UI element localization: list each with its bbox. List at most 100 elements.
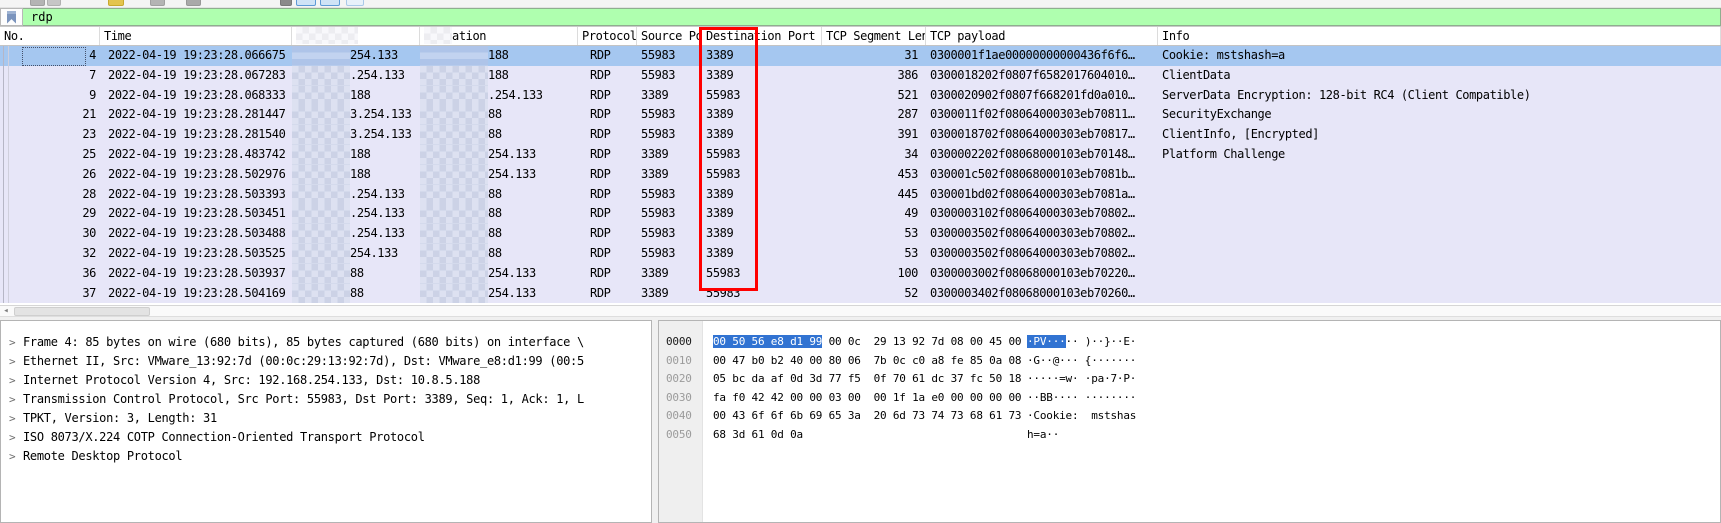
packet-list-pane: No.Time ationProtocolSource PortDestinati… [0, 27, 1721, 305]
column-header-source[interactable] [292, 27, 420, 45]
cell-src_port: 3389 [637, 86, 702, 106]
cell-src_port: 55983 [637, 224, 702, 244]
column-header-time[interactable]: Time [100, 27, 292, 45]
column-header-protocol[interactable]: Protocol [578, 27, 637, 45]
detail-tree-item[interactable]: >Ethernet II, Src: VMware_13:92:7d (00:0… [1, 352, 651, 371]
redaction-blur [420, 204, 488, 224]
toolbar-icon-remnant[interactable] [186, 0, 201, 6]
cell-source: .254.133 [292, 224, 420, 244]
cell-time: 2022-04-19 19:23:28.066675 [100, 46, 292, 66]
expander-icon[interactable]: > [9, 390, 15, 409]
cell-seg_len: 100 [822, 264, 926, 284]
expander-icon[interactable]: > [9, 447, 15, 466]
column-header-destination[interactable]: ation [420, 27, 578, 45]
cell-info [1158, 165, 1721, 185]
redaction-blur [292, 46, 350, 66]
detail-text: Remote Desktop Protocol [23, 449, 182, 463]
redaction-blur [292, 145, 350, 165]
detail-tree-item[interactable]: >Internet Protocol Version 4, Src: 192.1… [1, 371, 651, 390]
packet-row[interactable]: 292022-04-19 19:23:28.503451.254.13388RD… [0, 204, 1721, 224]
cell-destination: 254.133 [420, 284, 578, 304]
expander-icon[interactable]: > [9, 352, 15, 371]
redaction-blur [292, 185, 350, 205]
toolbar-icon-remnant[interactable] [108, 0, 124, 6]
packet-row[interactable]: 372022-04-19 19:23:28.50416988254.133RDP… [0, 284, 1721, 304]
expander-icon[interactable]: > [9, 409, 15, 428]
cell-no: 36 [0, 264, 100, 284]
packet-list-hscrollbar[interactable]: ◂ [0, 305, 1721, 317]
column-header-payload[interactable]: TCP payload [926, 27, 1158, 45]
cell-info: ClientInfo, [Encrypted] [1158, 125, 1721, 145]
packet-row[interactable]: 262022-04-19 19:23:28.502976188254.133RD… [0, 165, 1721, 185]
cell-protocol: RDP [578, 204, 637, 224]
packet-row[interactable]: 302022-04-19 19:23:28.503488.254.13388RD… [0, 224, 1721, 244]
detail-tree-item[interactable]: >TPKT, Version: 3, Length: 31 [1, 409, 651, 428]
packet-row[interactable]: 72022-04-19 19:23:28.067283.254.133188RD… [0, 66, 1721, 86]
cell-no: 7 [0, 66, 100, 86]
hex-row[interactable]: 000000 50 56 e8 d1 99 00 0c 29 13 92 7d … [659, 333, 1720, 352]
column-header-no[interactable]: No. [0, 27, 100, 45]
cell-payload: 0300001f1ae00000000000436f6f6… [926, 46, 1158, 66]
cell-time: 2022-04-19 19:23:28.503393 [100, 185, 292, 205]
redaction-blur [292, 165, 350, 185]
packet-row[interactable]: 42022-04-19 19:23:28.066675254.133188RDP… [0, 46, 1721, 66]
cell-payload: 0300003402f08068000103eb70260… [926, 284, 1158, 304]
expander-icon[interactable]: > [9, 333, 15, 352]
cell-dst_port: 55983 [702, 145, 822, 165]
hex-row[interactable]: 004000 43 6f 6f 6b 69 65 3a 20 6d 73 74 … [659, 407, 1720, 426]
cell-dst_port: 3389 [702, 204, 822, 224]
toolbar-icon-remnant[interactable] [47, 0, 61, 6]
cell-no: 4 [0, 46, 100, 66]
cell-src_port: 3389 [637, 165, 702, 185]
cell-time: 2022-04-19 19:23:28.281447 [100, 105, 292, 125]
cell-no: 9 [0, 86, 100, 106]
cell-destination: 88 [420, 204, 578, 224]
detail-tree-item[interactable]: >Transmission Control Protocol, Src Port… [1, 390, 651, 409]
hex-row[interactable]: 001000 47 b0 b2 40 00 80 06 7b 0c c0 a8 … [659, 352, 1720, 371]
toolbar-icon-remnant[interactable] [296, 0, 316, 6]
packet-detail-pane: >Frame 4: 85 bytes on wire (680 bits), 8… [0, 320, 652, 523]
hex-ascii: ·G··@··· {······· [1027, 352, 1136, 371]
redaction-blur [420, 185, 488, 205]
packet-row[interactable]: 232022-04-19 19:23:28.2815403.254.13388R… [0, 125, 1721, 145]
cell-seg_len: 453 [822, 165, 926, 185]
column-header-dst_port[interactable]: Destination Port [702, 27, 822, 45]
detail-tree-item[interactable]: >ISO 8073/X.224 COTP Connection-Oriented… [1, 428, 651, 447]
packet-row[interactable]: 252022-04-19 19:23:28.483742188254.133RD… [0, 145, 1721, 165]
column-header-info[interactable]: Info [1158, 27, 1721, 45]
cell-no: 37 [0, 284, 100, 304]
column-header-src_port[interactable]: Source Port [637, 27, 702, 45]
cell-info: ClientData [1158, 66, 1721, 86]
scrollbar-left-arrow-icon[interactable]: ◂ [0, 306, 12, 316]
packet-row[interactable]: 92022-04-19 19:23:28.068333188.254.133RD… [0, 86, 1721, 106]
toolbar-icon-remnant[interactable] [30, 0, 45, 6]
column-header-seg_len[interactable]: TCP Segment Len [822, 27, 926, 45]
expander-icon[interactable]: > [9, 428, 15, 447]
expander-icon[interactable]: > [9, 371, 15, 390]
display-filter-input[interactable] [23, 8, 1721, 26]
hex-row[interactable]: 002005 bc da af 0d 3d 77 f5 0f 70 61 dc … [659, 370, 1720, 389]
packet-list-rows: 42022-04-19 19:23:28.066675254.133188RDP… [0, 46, 1721, 303]
hex-row[interactable]: 0030fa f0 42 42 00 00 03 00 00 1f 1a e0 … [659, 389, 1720, 408]
detail-tree-item[interactable]: > Remote Desktop Protocol [1, 447, 651, 466]
scrollbar-thumb[interactable] [14, 307, 150, 316]
cell-source: 188 [292, 165, 420, 185]
toolbar-icon-remnant[interactable] [150, 0, 165, 6]
cell-destination: 88 [420, 105, 578, 125]
redaction-blur [292, 105, 350, 125]
toolbar-icon-remnant[interactable] [346, 0, 364, 6]
packet-row[interactable]: 322022-04-19 19:23:28.503525254.13388RDP… [0, 244, 1721, 264]
toolbar-icon-remnant[interactable] [280, 0, 292, 6]
packet-row[interactable]: 282022-04-19 19:23:28.503393.254.13388RD… [0, 185, 1721, 205]
cell-payload: 0300020902f0807f668201fd0a010… [926, 86, 1158, 106]
toolbar-icon-remnant[interactable] [320, 0, 340, 6]
detail-tree-item[interactable]: >Frame 4: 85 bytes on wire (680 bits), 8… [1, 333, 651, 352]
filter-bookmark-button[interactable] [0, 8, 23, 26]
cell-payload: 0300003502f08064000303eb70802… [926, 244, 1158, 264]
packet-row[interactable]: 212022-04-19 19:23:28.2814473.254.13388R… [0, 105, 1721, 125]
packet-row[interactable]: 362022-04-19 19:23:28.50393788254.133RDP… [0, 264, 1721, 284]
redaction-blur [292, 224, 350, 244]
cell-seg_len: 34 [822, 145, 926, 165]
hex-row[interactable]: 005068 3d 61 0d 0ah=a·· [659, 426, 1720, 445]
cell-destination: 254.133 [420, 165, 578, 185]
